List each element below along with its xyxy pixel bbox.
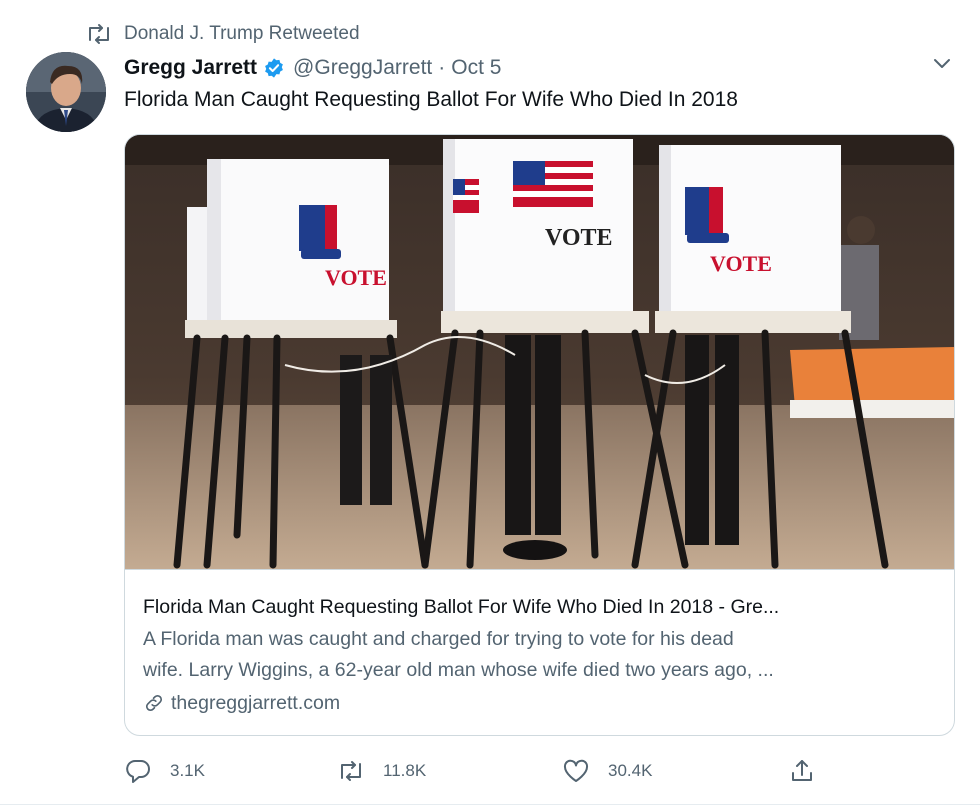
reply-count: 3.1K <box>170 761 205 780</box>
retweet-notice-text: Donald J. Trump Retweeted <box>124 23 360 44</box>
booth-sign-right: VOTE <box>710 251 772 276</box>
card-description-line-1: A Florida man was caught and charged for… <box>143 628 734 650</box>
like-count: 30.4K <box>608 761 653 780</box>
author-handle[interactable]: @GreggJarrett <box>293 56 432 80</box>
verified-badge-icon <box>263 57 285 79</box>
retweet-notice[interactable]: Donald J. Trump Retweeted <box>86 22 360 46</box>
retweet-icon <box>86 23 112 45</box>
card-body[interactable]: Florida Man Caught Requesting Ballot For… <box>143 593 943 718</box>
card-description: A Florida man was caught and charged for… <box>143 624 943 686</box>
retweet-icon <box>337 757 365 785</box>
more-options-chevron-icon[interactable] <box>930 56 954 72</box>
card-domain: thegreggjarrett.com <box>171 691 341 714</box>
card-image-voting-booths[interactable]: VOTE VOTE VOTE <box>125 135 954 570</box>
tweet-actions: 3.1K 11.8K 30.4K <box>124 756 824 786</box>
retweet-count: 11.8K <box>383 761 427 780</box>
share-icon <box>788 757 816 785</box>
like-button[interactable]: 30.4K <box>562 756 652 786</box>
card-description-line-2: wife. Larry Wiggins, a 62-year old man w… <box>143 659 774 681</box>
tweet[interactable]: Donald J. Trump Retweeted Gregg Jarrett … <box>0 0 980 805</box>
separator-dot: · <box>438 56 446 79</box>
reply-icon <box>124 757 152 785</box>
link-icon <box>143 692 165 714</box>
card-title: Florida Man Caught Requesting Ballot For… <box>143 596 780 618</box>
heart-icon <box>562 757 590 785</box>
tweet-header: Gregg Jarrett @GreggJarrett · Oct 5 <box>124 54 501 82</box>
reply-button[interactable]: 3.1K <box>124 756 205 786</box>
share-button[interactable] <box>788 756 816 786</box>
link-card[interactable]: VOTE VOTE VOTE Florida Man Caught Reques… <box>124 134 955 736</box>
tweet-text: Florida Man Caught Requesting Ballot For… <box>124 88 738 111</box>
booth-sign-center: VOTE <box>545 225 613 251</box>
booth-sign-left: VOTE <box>325 265 387 290</box>
retweet-button[interactable]: 11.8K <box>337 756 426 786</box>
author-name[interactable]: Gregg Jarrett <box>124 56 257 80</box>
avatar[interactable] <box>26 52 106 132</box>
card-domain-link[interactable]: thegreggjarrett.com <box>143 688 943 718</box>
tweet-date[interactable]: Oct 5 <box>451 56 501 80</box>
